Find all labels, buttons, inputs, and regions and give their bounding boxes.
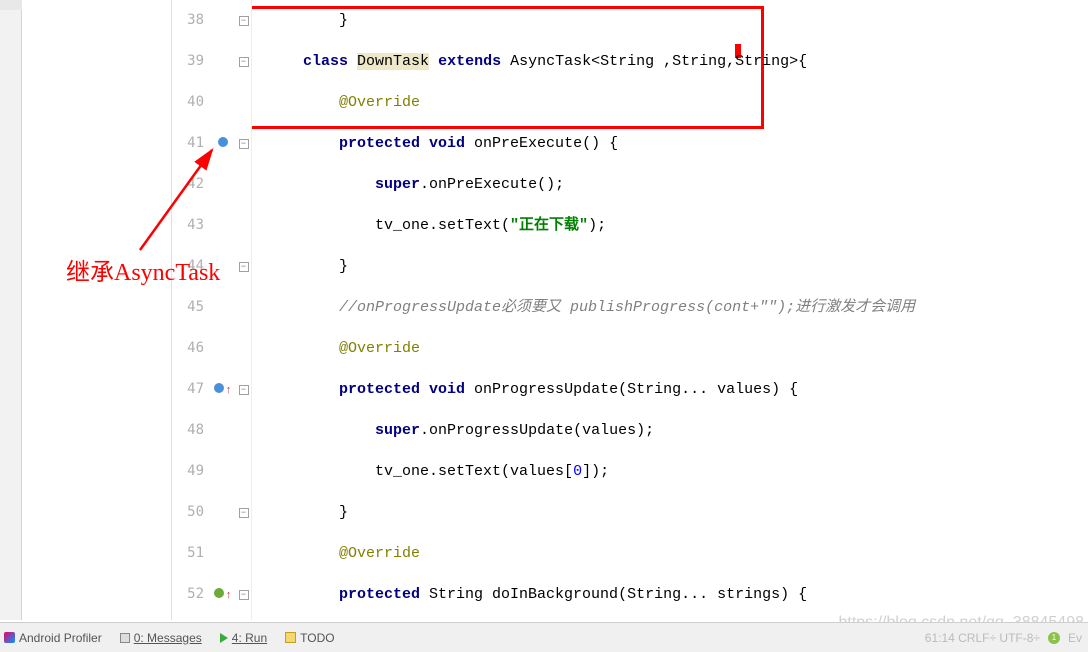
code-editor[interactable]: 383940414243444546474849505152 ↑↑ −−−−−−…	[22, 0, 1088, 620]
implements-icon[interactable]	[214, 588, 224, 598]
fold-cell[interactable]: −	[239, 492, 249, 533]
code-line[interactable]: }	[252, 492, 1088, 533]
fold-toggle-icon[interactable]: −	[239, 590, 249, 600]
gutter-icon-cell	[210, 164, 236, 205]
code-line[interactable]: class DownTask extends AsyncTask<String …	[252, 41, 1088, 82]
code-line[interactable]: protected String doInBackground(String..…	[252, 574, 1088, 615]
fold-cell[interactable]: −	[239, 123, 249, 164]
code-line[interactable]: //onProgressUpdate必须要又 publishProgress(c…	[252, 287, 1088, 328]
code-line[interactable]: @Override	[252, 533, 1088, 574]
fold-toggle-icon[interactable]: −	[239, 16, 249, 26]
code-line[interactable]: super.onProgressUpdate(values);	[252, 410, 1088, 451]
fold-toggle-icon[interactable]: −	[239, 385, 249, 395]
event-log-icon[interactable]: 1	[1048, 632, 1060, 644]
code-line[interactable]: tv_one.setText(values[0]);	[252, 451, 1088, 492]
fold-cell[interactable]: −	[239, 574, 249, 615]
line-number: 49	[172, 451, 210, 492]
profiler-label: Android Profiler	[19, 631, 102, 645]
line-number: 52	[172, 574, 210, 615]
code-line[interactable]: tv_one.setText("正在下载");	[252, 205, 1088, 246]
gutter-icon-cell	[210, 205, 236, 246]
line-number-gutter: 383940414243444546474849505152	[172, 0, 210, 620]
gutter-icon-cell	[210, 246, 236, 287]
project-side-tab[interactable]	[0, 0, 22, 620]
code-line[interactable]: }	[252, 0, 1088, 41]
code-line[interactable]: protected void onPreExecute() {	[252, 123, 1088, 164]
gutter-icon-cell	[210, 0, 236, 41]
fold-cell[interactable]: −	[239, 369, 249, 410]
fold-toggle-icon[interactable]: −	[239, 262, 249, 272]
run-label: 4: Run	[232, 631, 267, 645]
gutter-icon-cell: ↑	[210, 369, 236, 410]
gutter-icons: ↑↑	[210, 0, 236, 620]
up-arrow-icon: ↑	[225, 590, 232, 602]
gutter-icon-cell	[210, 287, 236, 328]
line-number: 47	[172, 369, 210, 410]
gutter-icon-cell	[210, 328, 236, 369]
todo-tab[interactable]: TODO	[285, 631, 334, 645]
up-arrow-icon: ↑	[225, 385, 232, 397]
messages-label: 0: Messages	[134, 631, 202, 645]
code-line[interactable]: protected void onProgressUpdate(String..…	[252, 369, 1088, 410]
line-number: 42	[172, 164, 210, 205]
messages-tab[interactable]: 0: Messages	[120, 631, 202, 645]
fold-toggle-icon[interactable]: −	[239, 139, 249, 149]
android-profiler-tab[interactable]: Android Profiler	[4, 631, 102, 645]
gutter-icon-cell	[210, 451, 236, 492]
line-number: 45	[172, 287, 210, 328]
gutter-icon-cell	[210, 410, 236, 451]
gutter-icon-cell	[210, 123, 236, 164]
line-number: 50	[172, 492, 210, 533]
gutter-icon-cell: ↑	[210, 574, 236, 615]
fold-toggle-icon[interactable]: −	[239, 508, 249, 518]
fold-cell[interactable]: −	[239, 0, 249, 41]
code-line[interactable]: @Override	[252, 82, 1088, 123]
code-line[interactable]: super.onPreExecute();	[252, 164, 1088, 205]
gutter-icon-cell	[210, 492, 236, 533]
fold-cell[interactable]: −	[239, 41, 249, 82]
line-number: 46	[172, 328, 210, 369]
line-number: 51	[172, 533, 210, 574]
line-number: 43	[172, 205, 210, 246]
run-tab[interactable]: 4: Run	[220, 631, 267, 645]
gutter-icon-cell	[210, 41, 236, 82]
gutter-icon-cell	[210, 533, 236, 574]
code-line[interactable]: @Override	[252, 328, 1088, 369]
event-log-label: Ev	[1068, 631, 1082, 645]
line-number: 39	[172, 41, 210, 82]
code-line[interactable]: }	[252, 246, 1088, 287]
cursor-position-label: 61:14 CRLF÷ UTF-8÷	[925, 631, 1040, 645]
side-tab-handle	[0, 0, 22, 10]
todo-label: TODO	[300, 631, 334, 645]
bottom-tool-bar: Android Profiler 0: Messages 4: Run TODO…	[0, 622, 1088, 652]
todo-icon	[285, 632, 296, 643]
run-icon	[220, 633, 228, 643]
left-stub-column	[22, 0, 172, 620]
messages-icon	[120, 633, 130, 643]
fold-toggle-icon[interactable]: −	[239, 57, 249, 67]
line-number: 41	[172, 123, 210, 164]
code-area[interactable]: } class DownTask extends AsyncTask<Strin…	[252, 0, 1088, 620]
fold-column[interactable]: − − − − − − −	[236, 0, 252, 620]
line-number: 48	[172, 410, 210, 451]
gutter-icon-cell	[210, 82, 236, 123]
override-icon[interactable]	[214, 383, 224, 393]
line-number: 38	[172, 0, 210, 41]
override-icon[interactable]	[218, 137, 228, 147]
line-number: 40	[172, 82, 210, 123]
status-right-group: 61:14 CRLF÷ UTF-8÷ 1 Ev	[925, 631, 1082, 645]
profiler-icon	[4, 632, 15, 643]
line-number: 44	[172, 246, 210, 287]
fold-cell[interactable]: −	[239, 246, 249, 287]
